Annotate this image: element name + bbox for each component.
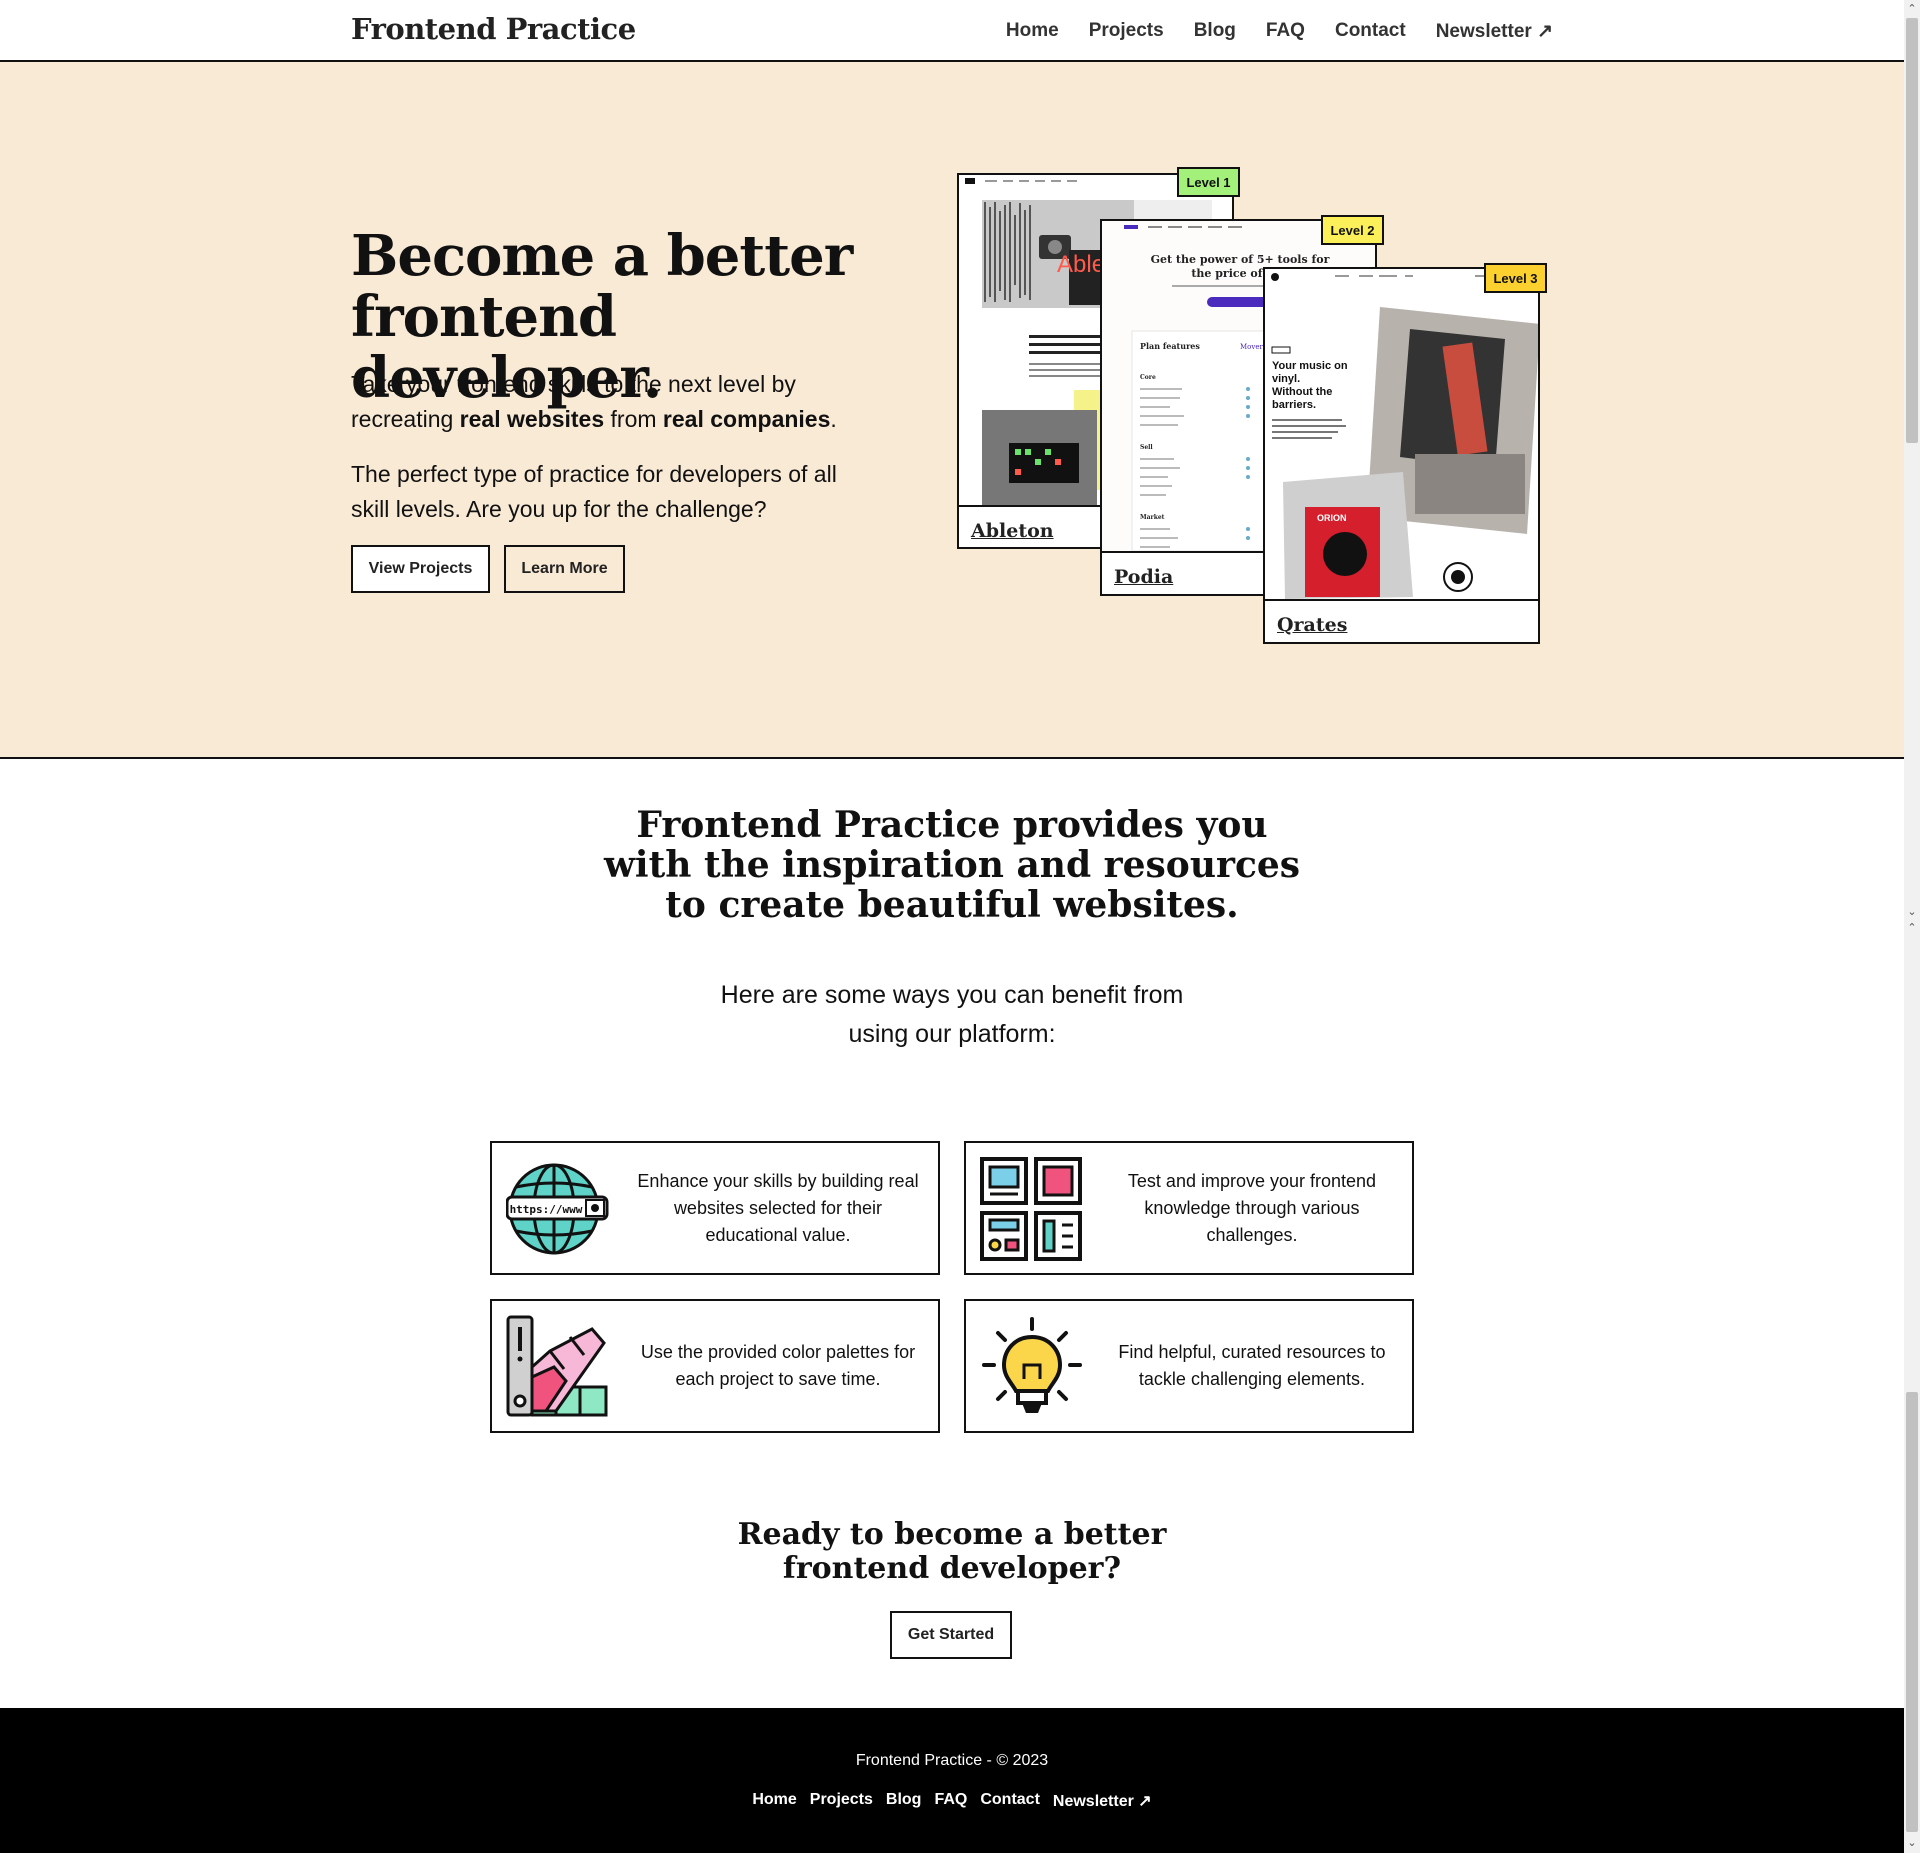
- copyright-text: Frontend Practice - © 2023: [855, 1752, 1049, 1769]
- feature-text: Find helpful, curated resources to tackl…: [1118, 1342, 1386, 1389]
- ableton-logo-text: Able: [1057, 251, 1105, 278]
- svg-text:barriers.: barriers.: [1272, 399, 1316, 411]
- hero-description: The perfect type of practice for develop…: [351, 461, 837, 522]
- scroll-up-arrow-icon[interactable]: ⌃: [1904, 2, 1920, 16]
- level-badge-2: Level 2: [1321, 215, 1384, 245]
- footer-nav-contact[interactable]: Contact: [980, 1791, 1040, 1811]
- svg-text:Your music on: Your music on: [1272, 360, 1348, 372]
- qrates-screenshot: Your music on vinyl. Without the barrier…: [1265, 269, 1538, 599]
- level-badge-3: Level 3: [1484, 263, 1547, 293]
- globe-icon: https://www: [506, 1163, 609, 1255]
- cta-title: Ready to become a better frontend develo…: [737, 1517, 1167, 1586]
- view-projects-button[interactable]: View Projects: [351, 545, 490, 593]
- palette-icon: [506, 1315, 608, 1417]
- site-header: Frontend Practice Home Projects Blog FAQ…: [0, 0, 1904, 62]
- nav-contact[interactable]: Contact: [1335, 20, 1406, 43]
- feature-card-color-palettes: Use the provided color palettes for each…: [490, 1299, 940, 1433]
- feature-card-real-websites: https://www Enhance your skills by build…: [490, 1141, 940, 1275]
- scrollbar-thumb[interactable]: [1906, 1392, 1918, 1832]
- project-name-podia[interactable]: Podia: [1114, 566, 1173, 588]
- podia-group-core: Core: [1140, 374, 1156, 381]
- footer-nav-newsletter[interactable]: Newsletter ↗: [1053, 1791, 1152, 1811]
- features-subtitle: Here are some ways you can benefit from …: [720, 981, 1184, 1048]
- project-name-qrates[interactable]: Qrates: [1277, 614, 1347, 636]
- nav-home[interactable]: Home: [1006, 20, 1059, 43]
- podia-group-market: Market: [1140, 514, 1165, 521]
- footer-nav-faq[interactable]: FAQ: [934, 1791, 967, 1811]
- brand-logo[interactable]: Frontend Practice: [351, 12, 636, 46]
- svg-text:Mover: Mover: [1240, 343, 1263, 351]
- qrates-orion-label: ORION: [1317, 513, 1347, 523]
- podia-plan-features: Plan features: [1140, 341, 1200, 351]
- globe-url-label: https://www: [510, 1203, 583, 1216]
- scroll-up-arrow-icon[interactable]: ⌃: [1904, 921, 1920, 935]
- footer-nav-home[interactable]: Home: [752, 1791, 796, 1811]
- nav-blog[interactable]: Blog: [1194, 20, 1236, 43]
- get-started-button[interactable]: Get Started: [890, 1611, 1012, 1659]
- scrollbar-thumb[interactable]: [1906, 18, 1918, 443]
- svg-text:Without the: Without the: [1272, 386, 1332, 398]
- footer-nav: Home Projects Blog FAQ Contact Newslette…: [0, 1791, 1904, 1811]
- features-title: Frontend Practice provides you with the …: [603, 804, 1301, 926]
- scroll-down-arrow-icon[interactable]: ⌄: [1904, 1836, 1920, 1850]
- site-footer: Frontend Practice - © 2023 Home Projects…: [0, 1708, 1904, 1853]
- nav-newsletter[interactable]: Newsletter ↗: [1436, 20, 1553, 43]
- layout-icon: [980, 1157, 1082, 1261]
- project-card-qrates[interactable]: Your music on vinyl. Without the barrier…: [1263, 267, 1540, 644]
- footer-nav-projects[interactable]: Projects: [810, 1791, 873, 1811]
- lightbulb-icon: [982, 1317, 1082, 1413]
- svg-text:Get the power of 5+ tools for: Get the power of 5+ tools for: [1151, 253, 1330, 266]
- nav-faq[interactable]: FAQ: [1266, 20, 1305, 43]
- feature-text: Test and improve your frontend knowledge…: [1127, 1170, 1377, 1245]
- main-nav: Home Projects Blog FAQ Contact Newslette…: [1006, 20, 1553, 43]
- scroll-down-arrow-icon[interactable]: ⌄: [1904, 905, 1920, 919]
- feature-card-resources: Find helpful, curated resources to tackl…: [964, 1299, 1414, 1433]
- card-divider: [1265, 599, 1538, 601]
- podia-group-sell: Sell: [1140, 444, 1153, 451]
- nav-projects[interactable]: Projects: [1089, 20, 1164, 43]
- feature-card-challenges: Test and improve your frontend knowledge…: [964, 1141, 1414, 1275]
- hero-section: Become a better frontend developer. Take…: [0, 62, 1904, 759]
- svg-text:vinyl.: vinyl.: [1272, 373, 1300, 385]
- feature-text: Use the provided color palettes for each…: [640, 1342, 916, 1389]
- learn-more-button[interactable]: Learn More: [504, 545, 625, 593]
- feature-text: Enhance your skills by building real web…: [637, 1170, 919, 1245]
- hero-intro: Take your frontend skills to the next le…: [351, 371, 837, 432]
- footer-nav-blog[interactable]: Blog: [886, 1791, 922, 1811]
- page-scrollbar[interactable]: ⌃ ⌄ ⌃ ⌄: [1904, 0, 1920, 1853]
- level-badge-1: Level 1: [1177, 167, 1240, 197]
- project-name-ableton[interactable]: Ableton: [971, 520, 1054, 542]
